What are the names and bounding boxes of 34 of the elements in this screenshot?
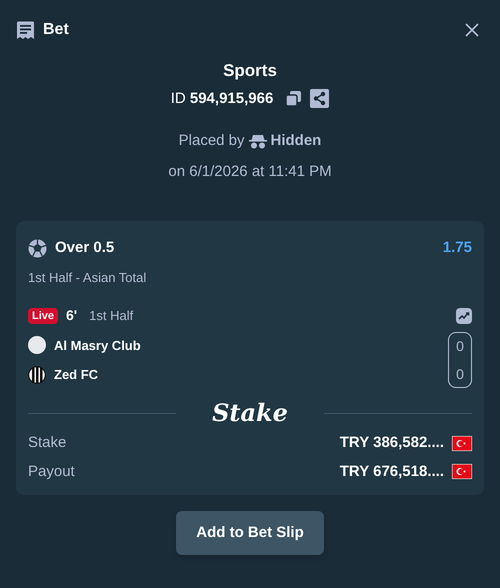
team-crest-icon [28,336,46,354]
market-name: 1st Half - Asian Total [28,268,148,286]
team-score: 0 [456,337,464,355]
team-score: 0 [456,365,464,383]
placed-by-label: Placed by [178,131,245,151]
incognito-icon [248,134,267,149]
team-name: Al Masry Club [54,336,141,355]
live-badge: Live [28,308,58,324]
close-icon [464,22,480,38]
amount-label: Stake [28,433,66,453]
odds-value: 1.75 [442,238,472,258]
dialog-title: Bet [43,20,69,40]
flag-icon [452,436,472,451]
match-minute: 6' [66,306,78,325]
amount-value: TRY 386,582.... [340,433,444,453]
brand-logo: Stake [211,398,289,428]
placed-date: on 6/1/2026 at 11:41 PM [168,162,332,182]
trend-icon [458,310,470,320]
amount-label: Payout [28,462,75,482]
team-name: Zed FC [54,366,98,384]
add-to-bet-slip-button[interactable]: Add to Bet Slip [176,511,324,555]
share-button[interactable] [310,89,330,108]
bet-outcome: Over 0.5 [55,238,114,258]
football-icon [28,238,47,258]
bet-id: ID 594,915,966 [170,88,274,108]
flag-icon [452,464,472,480]
amount-value: TRY 676,518.... [340,462,444,482]
match-period: 1st Half [89,306,134,325]
stats-button[interactable] [456,308,472,324]
copy-button[interactable] [285,90,302,108]
receipt-icon [16,20,35,40]
bet-category: Sports [223,60,277,82]
placed-by-user: Hidden [270,131,322,151]
striped-crest-icon [28,366,46,384]
